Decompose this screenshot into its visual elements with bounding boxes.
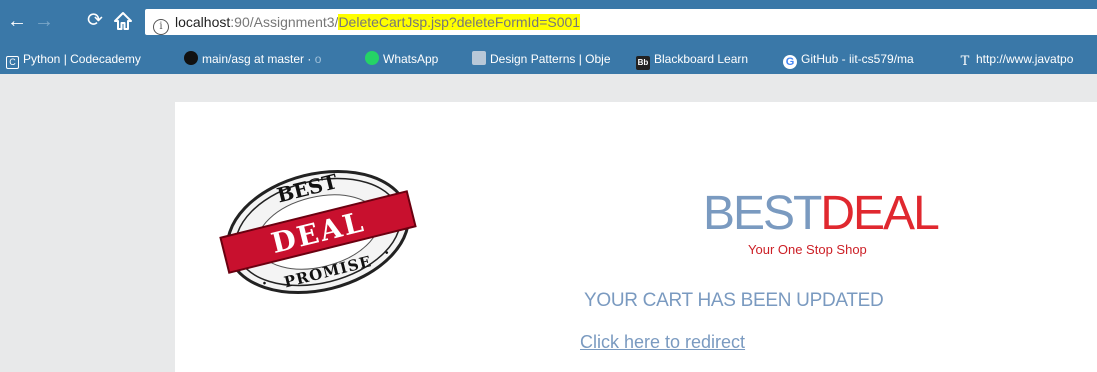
bookmark-label: WhatsApp	[383, 52, 439, 66]
codecademy-icon: C	[6, 56, 19, 69]
forward-arrow-icon[interactable]: →	[33, 10, 55, 32]
bookmark-codecademy[interactable]: C Python | Codecademy	[6, 44, 141, 74]
home-icon[interactable]	[112, 10, 134, 32]
bookmark-label: Design Patterns | Obje	[490, 52, 611, 66]
bookmark-label: GitHub - iit-cs579/ma	[801, 52, 914, 66]
reload-icon[interactable]: ⟳	[84, 10, 106, 32]
bookmark-blackboard[interactable]: Bb Blackboard Learn	[636, 44, 748, 74]
url-path: :90/Assignment3/	[230, 14, 339, 30]
whatsapp-icon	[365, 51, 379, 65]
brand-tagline: Your One Stop Shop	[748, 242, 867, 257]
brand-best-text: BEST	[703, 187, 822, 240]
bookmark-javatpoint[interactable]: Thttp://www.javatpo	[958, 44, 1074, 74]
bookmark-github-iit[interactable]: G GitHub - iit-cs579/ma	[783, 44, 914, 74]
google-icon: G	[783, 55, 797, 69]
url-highlighted-query: DeleteCartJsp.jsp?deleteFormId=S001	[338, 14, 581, 30]
browser-toolbar: ← → ⟳ i localhost:90/Assignment3/DeleteCa…	[0, 0, 1097, 44]
brand-title: BESTDEAL	[703, 186, 940, 242]
url-host: localhost	[175, 14, 231, 30]
bookmark-label: Blackboard Learn	[654, 52, 749, 66]
info-icon[interactable]: i	[153, 19, 169, 35]
github-icon	[184, 51, 198, 65]
bookmark-whatsapp[interactable]: WhatsApp	[365, 44, 438, 74]
bookmark-label-fade: o	[314, 52, 322, 66]
back-arrow-icon[interactable]: ←	[6, 10, 28, 32]
bookmark-label: http://www.javatpo	[976, 52, 1074, 66]
bookmark-design-patterns[interactable]: Design Patterns | Obje	[472, 44, 611, 74]
bookmarks-bar: C Python | Codecademy main/asg at master …	[0, 44, 1097, 74]
bookmark-github-main[interactable]: main/asg at master · o	[184, 44, 321, 74]
cart-updated-message: YOUR CART HAS BEEN UPDATED	[584, 290, 884, 311]
redirect-link[interactable]: Click here to redirect	[580, 332, 745, 353]
blackboard-icon: Bb	[636, 56, 650, 70]
brand-deal-text: DEAL	[820, 187, 939, 240]
address-bar[interactable]: i localhost:90/Assignment3/DeleteCartJsp.…	[145, 9, 1097, 35]
bookmark-label: main/asg at master ·	[202, 52, 315, 66]
javatpoint-icon: T	[960, 54, 970, 69]
design-patterns-icon	[472, 51, 486, 65]
bookmark-label: Python | Codecademy	[23, 52, 141, 66]
best-deal-promise-logo: BEST DEAL PROMISE • •	[218, 168, 418, 296]
